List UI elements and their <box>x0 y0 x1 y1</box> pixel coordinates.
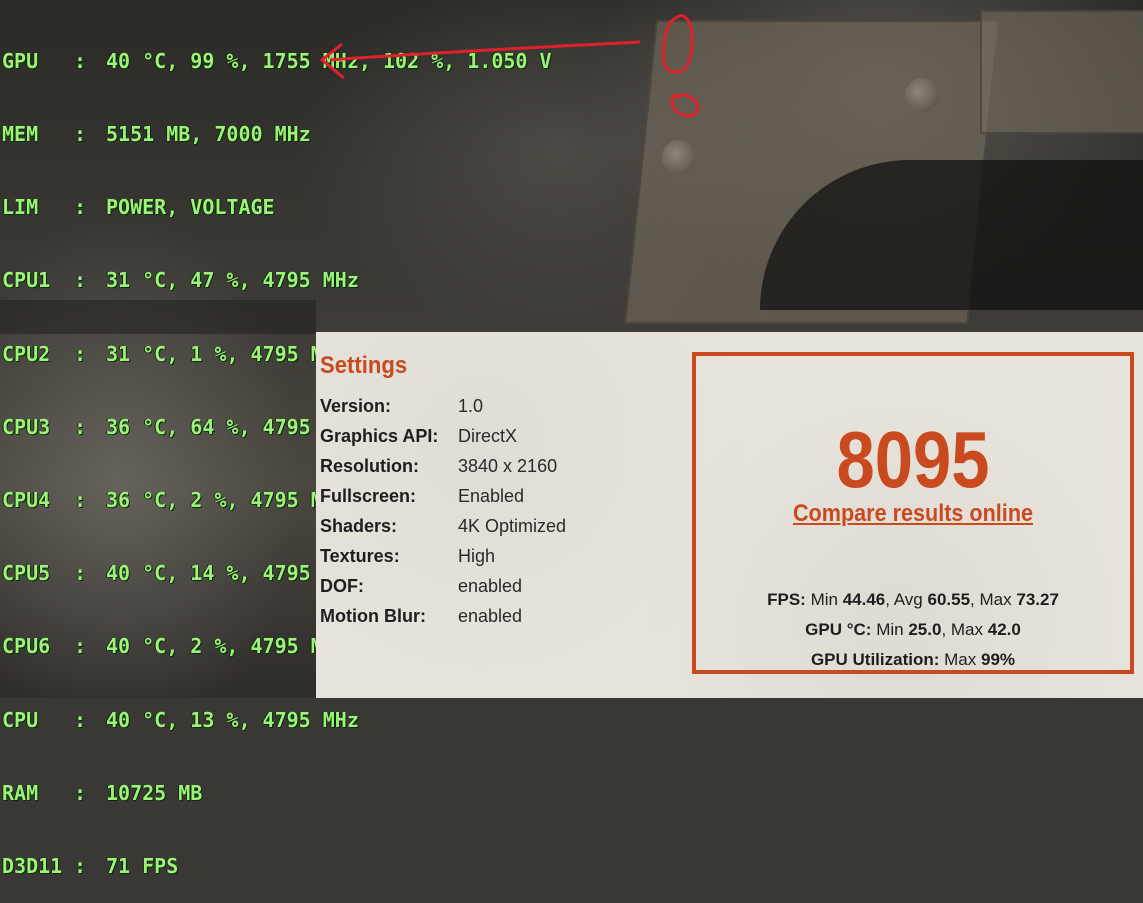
gpu-util-label: GPU Utilization: <box>810 650 940 669</box>
setting-value: Enabled <box>458 486 525 506</box>
gpu-util-max: 99% <box>981 650 1016 669</box>
osd-value: 71 FPS <box>106 854 179 879</box>
setting-value: DirectX <box>458 426 518 446</box>
setting-value: 3840 x 2160 <box>458 456 558 476</box>
score-box: 8095 Compare results online FPS: Min 44.… <box>692 352 1134 674</box>
osd-separator: : <box>74 707 87 732</box>
fps-min: 44.46 <box>842 590 886 609</box>
benchmark-score: 8095 <box>836 415 990 504</box>
arrow-shaft <box>329 40 641 62</box>
gpu-temp-stats: GPU °C: Min 25.0, Max 42.0 <box>805 620 1021 639</box>
results-panel: Settings Version: 1.0 Graphics API: Direct… <box>316 332 1143 698</box>
osd-key: D3D11 <box>2 854 63 879</box>
osd-row-ram: RAM:10725 MB <box>2 781 552 805</box>
setting-value: enabled <box>458 576 523 596</box>
fps-max-label: Max <box>979 590 1012 609</box>
osd-row-cpu-total: CPU:40 °C, 13 %, 4795 MHz <box>2 708 552 732</box>
gpu-temp-max: 42.0 <box>987 620 1021 639</box>
setting-label: Motion Blur: <box>320 606 426 626</box>
fps-avg-label: Avg <box>893 590 923 609</box>
osd-key: CPU <box>2 707 39 732</box>
setting-label: Resolution: <box>320 456 419 476</box>
setting-value: 1.0 <box>458 396 484 416</box>
osd-separator: : <box>74 854 87 879</box>
fps-max: 73.27 <box>1016 590 1059 609</box>
small-circle-mark <box>670 92 699 118</box>
setting-label: Textures: <box>320 546 400 566</box>
gpu-temp-min: 25.0 <box>908 620 942 639</box>
osd-value: 10725 MB <box>106 780 203 805</box>
osd-row-d3d11: D3D11:71 FPS <box>2 854 552 878</box>
osd-key: RAM <box>2 780 39 805</box>
settings-title: Settings <box>320 352 408 379</box>
fps-avg: 60.55 <box>927 590 971 609</box>
fps-min-label: Min <box>810 590 838 609</box>
setting-value: High <box>458 546 496 566</box>
circle-mark <box>662 14 694 74</box>
osd-value: 40 °C, 13 %, 4795 MHz <box>106 707 359 732</box>
compare-results-link[interactable]: Compare results online <box>718 500 1109 528</box>
gpu-temp-max-label: Max <box>950 620 984 639</box>
setting-label: Fullscreen: <box>320 486 417 506</box>
setting-label: Shaders: <box>320 516 398 536</box>
setting-label: DOF: <box>320 576 364 596</box>
fps-stats: FPS: Min 44.46, Avg 60.55, Max 73.27 <box>767 590 1059 609</box>
gpu-util-max-label: Max <box>944 650 977 669</box>
setting-value: 4K Optimized <box>458 516 567 536</box>
setting-value: enabled <box>458 606 523 626</box>
setting-label: Graphics API: <box>320 426 439 446</box>
gpu-temp-label: GPU °C: <box>805 620 872 639</box>
osd-separator: : <box>74 780 87 805</box>
gpu-utilization-stats: GPU Utilization: Max 99% <box>696 650 1130 670</box>
setting-label: Version: <box>320 396 392 416</box>
fps-label: FPS: <box>767 590 806 609</box>
gpu-temp-min-label: Min <box>876 620 904 639</box>
